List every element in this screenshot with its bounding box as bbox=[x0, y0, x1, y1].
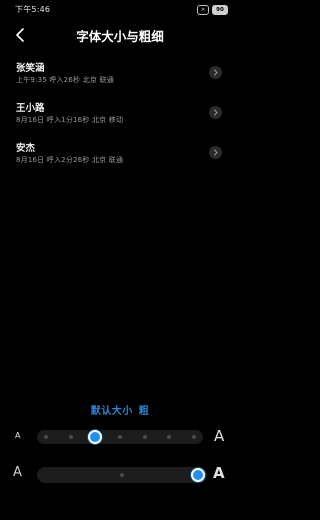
call-detail: 8月16日 呼入1分16秒 北京 移动 bbox=[16, 116, 124, 124]
font-weight-slider[interactable] bbox=[37, 467, 207, 483]
detail-button[interactable] bbox=[209, 106, 222, 119]
battery-icon: 90 bbox=[212, 5, 228, 15]
slider-knob[interactable] bbox=[88, 430, 103, 444]
chevron-right-icon bbox=[214, 109, 218, 116]
close-box-icon: × bbox=[197, 5, 209, 15]
contact-name: 张笑涵 bbox=[16, 63, 45, 74]
slider-knob[interactable] bbox=[191, 468, 205, 482]
slider-step-dot bbox=[142, 435, 147, 439]
chevron-right-icon bbox=[214, 149, 218, 156]
header: 字体大小与粗细 bbox=[0, 22, 240, 46]
call-list: 张笑涵 上午9:35 呼入26秒 北京 联通 王小路 8月16日 呼入1分16秒… bbox=[0, 60, 240, 180]
detail-button[interactable] bbox=[209, 66, 222, 79]
slider-step-dot bbox=[120, 473, 124, 477]
chevron-right-icon bbox=[214, 69, 218, 76]
page-title: 字体大小与粗细 bbox=[76, 29, 164, 44]
large-size-label: A bbox=[214, 427, 225, 445]
slider-step-dot bbox=[167, 435, 172, 439]
font-preview-label: 默认大小 粗 bbox=[0, 402, 240, 417]
font-size-slider-row: A A bbox=[0, 427, 240, 446]
detail-button[interactable] bbox=[209, 146, 222, 159]
font-weight-slider-row: A A bbox=[0, 464, 240, 485]
small-size-label: A bbox=[15, 431, 21, 440]
slider-step-dot bbox=[68, 435, 73, 439]
contact-name: 安杰 bbox=[16, 143, 36, 154]
size-preview-text: 默认大小 bbox=[90, 406, 133, 417]
slider-step-dot bbox=[118, 435, 122, 439]
list-item[interactable]: 王小路 8月16日 呼入1分16秒 北京 移动 bbox=[0, 100, 240, 140]
slider-step-dot bbox=[192, 435, 196, 439]
list-item[interactable]: 张笑涵 上午9:35 呼入26秒 北京 联通 bbox=[0, 60, 240, 100]
light-weight-label: A bbox=[13, 465, 22, 480]
status-time: 下午5:46 bbox=[15, 5, 51, 14]
status-icons: × 90 bbox=[197, 5, 228, 15]
status-bar: 下午5:46 × 90 bbox=[0, 0, 240, 18]
contact-name: 王小路 bbox=[16, 103, 45, 114]
bold-weight-label: A bbox=[213, 464, 225, 482]
list-item[interactable]: 安杰 8月16日 呼入2分26秒 北京 联通 bbox=[0, 140, 240, 180]
slider-step-dot bbox=[44, 435, 48, 439]
weight-preview-text: 粗 bbox=[138, 406, 150, 417]
call-detail: 8月16日 呼入2分26秒 北京 联通 bbox=[16, 156, 124, 164]
font-size-slider[interactable] bbox=[37, 430, 203, 444]
call-detail: 上午9:35 呼入26秒 北京 联通 bbox=[16, 76, 114, 84]
